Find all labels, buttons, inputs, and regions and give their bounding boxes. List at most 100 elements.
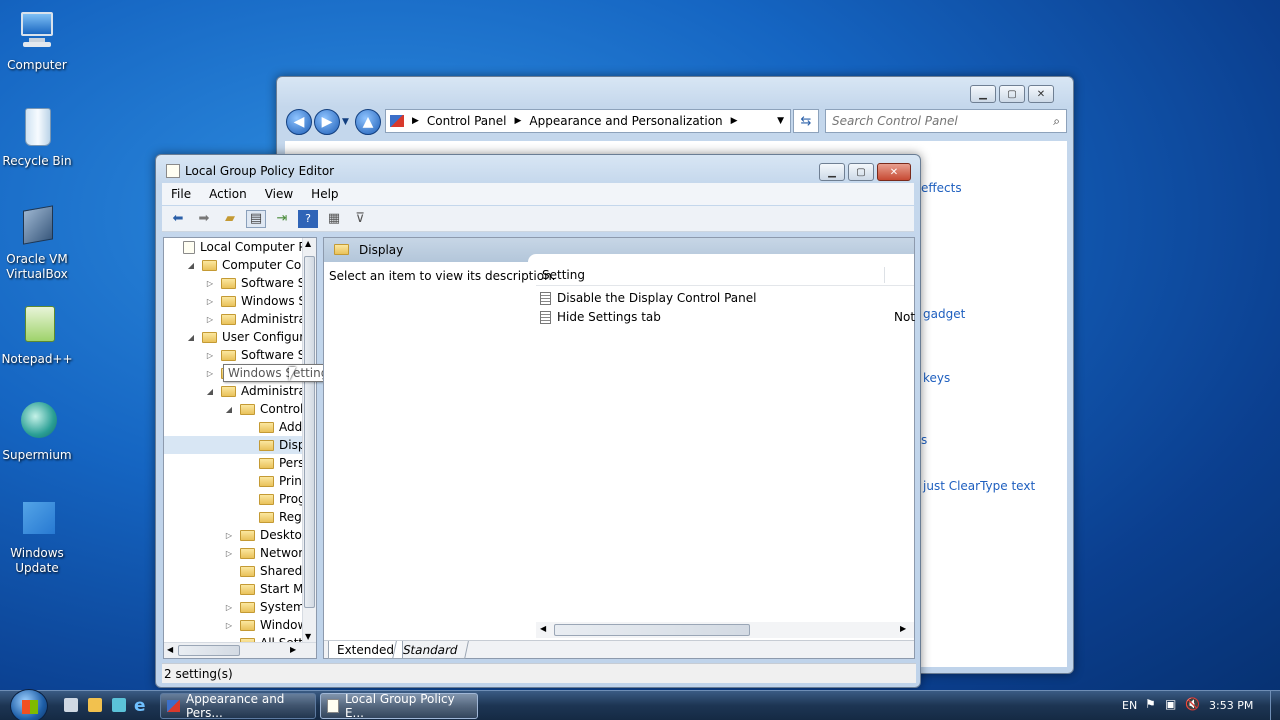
explorer-icon[interactable] (88, 698, 102, 712)
breadcrumb-control-panel[interactable]: Control Panel (427, 114, 507, 128)
scroll-left-icon[interactable]: ◀ (540, 624, 546, 633)
clock[interactable]: 3:53 PM (1209, 699, 1253, 712)
export-list-icon[interactable]: ⇥ (272, 210, 292, 228)
tree-item[interactable]: Printer (164, 472, 316, 490)
expand-toggle-icon[interactable]: ▷ (224, 603, 234, 612)
search-box[interactable]: ⌕ (825, 109, 1067, 133)
help-icon[interactable]: ? (298, 209, 318, 228)
desktop-icon-notepadpp[interactable]: Notepad++ (0, 304, 74, 367)
address-dropdown-icon[interactable]: ▼ (777, 116, 784, 126)
desktop-icon-supermium[interactable]: Supermium (0, 400, 74, 463)
volume-muted-icon[interactable]: 🔇 (1185, 697, 1200, 711)
expand-toggle-icon[interactable]: ▷ (205, 315, 215, 324)
taskbar-button-gpe[interactable]: Local Group Policy E... (320, 692, 478, 720)
tree-item[interactable]: Shared Fol (164, 562, 316, 580)
column-divider[interactable] (884, 267, 885, 283)
group-policy-editor-window[interactable]: Local Group Policy Editor ▁ ▢ ✕ File Act… (155, 154, 921, 688)
link-keys[interactable]: keys (923, 371, 950, 385)
minimize-button[interactable]: ▁ (819, 163, 845, 181)
expand-toggle-icon[interactable]: ▷ (205, 279, 215, 288)
scroll-up-icon[interactable]: ▲ (305, 239, 311, 248)
tree-hscroll-thumb[interactable] (178, 645, 240, 656)
scroll-right-icon[interactable]: ▶ (290, 645, 296, 654)
desktop-icon-windows-update[interactable]: Windows Update (0, 498, 74, 576)
minimize-button[interactable]: ▁ (970, 85, 996, 103)
expand-toggle-icon[interactable]: ▷ (224, 621, 234, 630)
tree-item[interactable]: Start Menu (164, 580, 316, 598)
expand-toggle-icon[interactable]: ◢ (186, 261, 196, 270)
maximize-button[interactable]: ▢ (999, 85, 1025, 103)
action-center-flag-icon[interactable]: ⚑ (1145, 697, 1156, 711)
tree-item[interactable]: ◢ User Configuratio (164, 328, 316, 346)
tree-item[interactable]: ◢ Computer Config (164, 256, 316, 274)
link-cleartype[interactable]: just ClearType text (923, 479, 1035, 493)
show-desktop-icon[interactable] (64, 698, 78, 712)
history-dropdown-icon[interactable]: ▼ (342, 117, 349, 127)
close-button[interactable]: ✕ (877, 163, 911, 181)
show-hide-tree-icon[interactable]: ▤ (246, 209, 266, 228)
tree-item[interactable]: ▷Software Setti (164, 274, 316, 292)
tree-item[interactable]: ▷Software Setti (164, 346, 316, 364)
tree-item[interactable]: Progra (164, 490, 316, 508)
desktop-icon-recycle-bin[interactable]: Recycle Bin (0, 106, 74, 169)
tree-item[interactable]: ▷ Windows (164, 616, 314, 634)
close-button[interactable]: ✕ (1028, 85, 1054, 103)
filter-icon[interactable]: ⊽ (350, 210, 370, 228)
menu-file[interactable]: File (162, 187, 200, 201)
expand-toggle-icon[interactable]: ▷ (205, 351, 215, 360)
tree-vscroll-thumb[interactable] (304, 256, 315, 608)
tree-item[interactable]: Display (164, 436, 316, 454)
tree-vertical-scrollbar[interactable]: ▲ ▼ (302, 238, 316, 642)
menu-help[interactable]: Help (302, 187, 347, 201)
tree-item[interactable]: ◢ Control Pa (164, 400, 316, 418)
list-hscroll-thumb[interactable] (554, 624, 750, 636)
maximize-button[interactable]: ▢ (848, 163, 874, 181)
search-input[interactable] (832, 114, 1032, 128)
tree-item[interactable]: Local Computer Polic (164, 238, 316, 256)
expand-toggle-icon[interactable]: ◢ (224, 405, 234, 414)
network-icon[interactable]: ▣ (1165, 697, 1176, 711)
forward-icon[interactable]: ▶ (314, 109, 340, 135)
menu-action[interactable]: Action (200, 187, 256, 201)
tree-item[interactable]: ◢Administrative (164, 382, 316, 400)
address-bar[interactable]: ▶ Control Panel ▶ Appearance and Persona… (385, 109, 791, 133)
expand-toggle-icon[interactable]: ▷ (205, 369, 215, 378)
list-item[interactable]: Disable the Display Control Panel (540, 289, 914, 307)
tree-horizontal-scrollbar[interactable]: ◀ ▶ (164, 642, 316, 658)
tree-item[interactable]: Person (164, 454, 316, 472)
switch-windows-icon[interactable] (112, 698, 126, 712)
scroll-right-icon[interactable]: ▶ (900, 624, 906, 633)
expand-toggle-icon[interactable]: ◢ (186, 333, 196, 342)
list-item[interactable]: Hide Settings tab Not (540, 308, 915, 326)
back-icon[interactable]: ◀ (286, 109, 312, 135)
tree-item[interactable]: Add or (164, 418, 316, 436)
tree-item[interactable]: ▷ Windows Sett (164, 292, 316, 310)
link-gadget[interactable]: gadget (923, 307, 965, 321)
properties-icon[interactable]: ▦ (324, 210, 344, 228)
tree-item[interactable]: Region (164, 508, 316, 526)
up-folder-icon[interactable]: ▰ (220, 210, 240, 228)
scroll-left-icon[interactable]: ◀ (167, 645, 173, 654)
scroll-down-icon[interactable]: ▼ (305, 632, 311, 641)
breadcrumb-appearance[interactable]: Appearance and Personalization (529, 114, 722, 128)
tree-pane[interactable]: Local Computer Polic ◢ Computer Config ▷ Sof… (163, 237, 317, 659)
internet-explorer-icon[interactable]: e (134, 696, 146, 716)
tab-standard[interactable]: Standard (392, 641, 469, 659)
tree-item[interactable]: ▷ Network (164, 544, 310, 562)
expand-toggle-icon[interactable]: ▷ (224, 549, 234, 558)
up-icon[interactable]: ▲ (355, 109, 381, 135)
column-header-setting[interactable]: Setting (536, 264, 914, 286)
expand-toggle-icon[interactable]: ◢ (205, 387, 215, 396)
show-desktop-button[interactable] (1270, 691, 1280, 720)
list-horizontal-scrollbar[interactable]: ◀ ▶ (536, 622, 914, 638)
desktop-icon-virtualbox[interactable]: Oracle VM VirtualBox (0, 204, 74, 282)
link-effects[interactable]: effects (921, 181, 962, 195)
tree-item[interactable]: ▷ Desktop (164, 526, 310, 544)
search-icon[interactable]: ⌕ (1053, 114, 1060, 129)
tree-item[interactable]: ▷ System (164, 598, 305, 616)
back-arrow-icon[interactable]: ⬅ (168, 210, 188, 228)
tree-item[interactable]: ▷Administrative (164, 310, 316, 328)
taskbar-button-control-panel[interactable]: Appearance and Pers... (160, 692, 316, 720)
link-s[interactable]: s (921, 433, 927, 447)
language-indicator[interactable]: EN (1122, 699, 1137, 712)
